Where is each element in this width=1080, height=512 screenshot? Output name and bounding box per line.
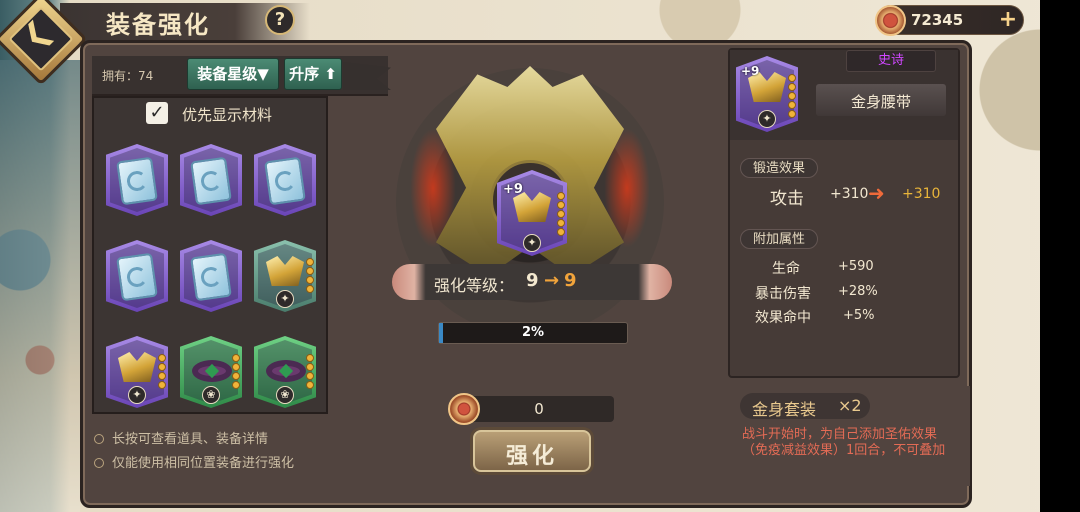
stat-name-crit-damage: 暴击伤害	[755, 286, 811, 302]
attack-stat-current: +310	[830, 186, 869, 202]
forge-effect-label: 锻造效果	[740, 158, 819, 178]
sort-order-button[interactable]: 升序 ⬆	[284, 58, 342, 90]
enhance-button[interactable]: 强化	[473, 430, 591, 472]
class-icon: ✦	[758, 110, 776, 128]
equipment-slot[interactable]: ✦	[106, 336, 168, 408]
currency-amount: 72345	[911, 11, 964, 29]
extra-attributes-label: 附加属性	[740, 229, 819, 249]
page-title: 装备强化	[106, 11, 210, 39]
material-slot[interactable]	[254, 144, 316, 216]
equipment-slot[interactable]: ❀	[180, 336, 242, 408]
class-icon: ✦	[276, 290, 294, 308]
star-rating	[788, 74, 796, 119]
enhance-stone-icon	[264, 156, 306, 206]
tip-bullet-icon	[94, 434, 104, 444]
set-count: ×2	[838, 396, 862, 415]
stat-name-effectiveness: 效果命中	[755, 310, 811, 326]
add-currency-button[interactable]: +	[997, 9, 1019, 31]
help-icon[interactable]: ?	[265, 5, 295, 35]
class-icon: ✦	[128, 386, 146, 404]
enhance-stone-icon	[116, 252, 158, 302]
left-decoration	[0, 60, 80, 512]
set-name: 金身套装	[752, 400, 817, 419]
arrow-right-icon: →	[544, 270, 560, 291]
checkbox-checked-icon[interactable]: ✓	[146, 102, 168, 124]
coin-icon	[875, 5, 906, 36]
screen-edge	[1040, 0, 1080, 512]
enhance-level-next: 9	[564, 270, 577, 291]
stat-value-crit-damage: +28%	[838, 284, 878, 299]
item-enhance-badge: +9	[741, 64, 760, 78]
material-slot[interactable]	[106, 144, 168, 216]
tip-bullet-icon	[94, 458, 104, 468]
enhance-stone-icon	[116, 156, 158, 206]
currency-display: 72345 +	[875, 5, 1024, 36]
set-description: 战斗开始时，为自己添加圣佑效果（免疫减益效果）1回合，不可叠加	[742, 427, 946, 458]
tip-line: 长按可查看道具、装备详情	[94, 428, 268, 447]
enhance-level-current: 9	[526, 270, 539, 291]
star-rating	[306, 354, 314, 390]
enhance-stone-icon	[190, 252, 232, 302]
star-rating	[306, 258, 314, 294]
class-icon: ❀	[276, 386, 294, 404]
class-icon: ❀	[202, 386, 220, 404]
equipment-slot[interactable]: ❀	[254, 336, 316, 408]
rarity-tag: 史诗	[846, 50, 936, 72]
arrow-right-icon: ➜	[868, 181, 885, 205]
attack-stat-name: 攻击	[770, 189, 804, 209]
stat-value-hp: +590	[838, 259, 874, 274]
material-slot[interactable]	[180, 240, 242, 312]
star-rating	[232, 354, 240, 390]
enhance-button-label: 强化	[505, 444, 558, 469]
prioritize-materials-label: 优先显示材料	[182, 106, 273, 124]
star-rating	[158, 354, 166, 390]
enhance-stone-icon	[190, 156, 232, 206]
class-icon: ✦	[523, 234, 541, 252]
enhance-progress-bar: 2%	[438, 322, 628, 344]
enhance-cost: 0	[534, 400, 544, 418]
tip-line: 仅能使用相同位置装备进行强化	[94, 452, 294, 471]
stat-name-hp: 生命	[772, 261, 800, 277]
enhance-level-label: 强化等级：	[434, 276, 515, 295]
item-name: 金身腰带	[850, 93, 911, 111]
material-slot[interactable]	[106, 240, 168, 312]
attack-stat-next: +310	[902, 186, 941, 202]
stat-value-effectiveness: +5%	[843, 308, 875, 323]
owned-count: 拥有：74	[102, 69, 154, 83]
progress-text: 2%	[521, 325, 545, 340]
enhance-level-badge: +9	[503, 182, 523, 197]
star-rating	[557, 192, 565, 237]
sort-by-star-button[interactable]: 装备星级▼	[187, 58, 279, 90]
material-slot[interactable]	[180, 144, 242, 216]
equipment-slot[interactable]: ✦	[254, 240, 316, 312]
